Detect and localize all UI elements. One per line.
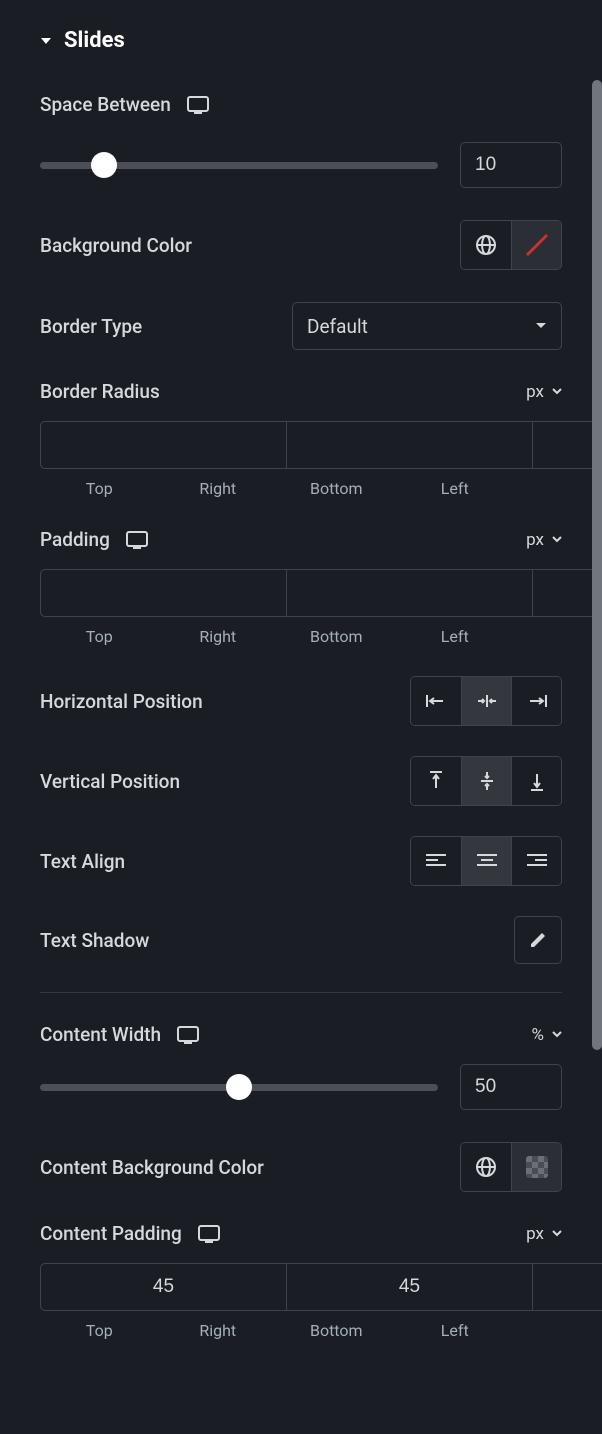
v-align-top[interactable]: [411, 757, 461, 805]
dim-label-bottom: Bottom: [277, 479, 396, 498]
chevron-down-icon: [552, 1031, 562, 1038]
color-swatch-none[interactable]: [511, 221, 561, 269]
content-padding-bottom[interactable]: [533, 1263, 602, 1311]
dim-label-left: Left: [396, 479, 515, 498]
dim-label-top: Top: [40, 479, 159, 498]
chevron-down-icon: [40, 36, 52, 46]
border-type-label: Border Type: [40, 315, 142, 338]
space-between-label: Space Between: [40, 93, 171, 116]
globe-icon: [475, 234, 497, 256]
dim-label-right: Right: [159, 1321, 278, 1340]
h-align-right[interactable]: [511, 677, 561, 725]
align-middle-icon: [479, 770, 495, 792]
transparent-icon: [526, 1156, 548, 1178]
align-top-icon: [428, 770, 444, 792]
content-bg-color-label: Content Background Color: [40, 1156, 264, 1179]
responsive-icon[interactable]: [198, 1225, 220, 1243]
vertical-position-label: Vertical Position: [40, 770, 180, 793]
dim-label-bottom: Bottom: [277, 627, 396, 646]
text-align-center[interactable]: [461, 837, 511, 885]
dim-label-bottom: Bottom: [277, 1321, 396, 1340]
content-padding-label: Content Padding: [40, 1222, 182, 1245]
section-title: Slides: [64, 28, 125, 53]
content-padding-unit[interactable]: px: [526, 1224, 562, 1244]
text-right-icon: [527, 853, 547, 869]
responsive-icon[interactable]: [177, 1026, 199, 1044]
space-between-slider[interactable]: [40, 162, 438, 169]
text-align-label: Text Align: [40, 850, 125, 873]
color-swatch-transparent[interactable]: [511, 1143, 561, 1191]
pencil-icon: [528, 930, 548, 950]
scrollbar[interactable]: [592, 80, 602, 1050]
responsive-icon[interactable]: [187, 96, 209, 114]
text-center-icon: [477, 853, 497, 869]
vertical-position-group: [410, 756, 562, 806]
globe-button[interactable]: [461, 221, 511, 269]
padding-top[interactable]: [40, 569, 287, 617]
slider-thumb[interactable]: [226, 1074, 252, 1100]
slider-thumb[interactable]: [91, 152, 117, 178]
space-between-input[interactable]: [460, 142, 562, 188]
border-type-select[interactable]: Default: [292, 302, 562, 350]
dim-label-right: Right: [159, 627, 278, 646]
dim-label-left: Left: [396, 1321, 515, 1340]
text-shadow-edit[interactable]: [514, 916, 562, 964]
padding-label: Padding: [40, 528, 110, 551]
align-center-icon: [476, 693, 498, 709]
dim-label-right: Right: [159, 479, 278, 498]
content-padding-right[interactable]: [287, 1263, 533, 1311]
align-left-icon: [425, 693, 447, 709]
v-align-middle[interactable]: [461, 757, 511, 805]
background-color-label: Background Color: [40, 234, 192, 257]
text-align-right[interactable]: [511, 837, 561, 885]
chevron-down-icon: [552, 1230, 562, 1237]
text-align-group: [410, 836, 562, 886]
padding-unit[interactable]: px: [526, 530, 562, 550]
align-right-icon: [526, 693, 548, 709]
align-bottom-icon: [529, 770, 545, 792]
dim-label-left: Left: [396, 627, 515, 646]
border-radius-unit[interactable]: px: [526, 382, 562, 402]
chevron-down-icon: [535, 322, 547, 330]
v-align-bottom[interactable]: [511, 757, 561, 805]
text-shadow-label: Text Shadow: [40, 929, 149, 952]
border-radius-label: Border Radius: [40, 380, 160, 403]
dim-label-top: Top: [40, 1321, 159, 1340]
content-bg-color-control: [460, 1142, 562, 1192]
padding-right[interactable]: [287, 569, 533, 617]
globe-icon: [475, 1156, 497, 1178]
globe-button[interactable]: [461, 1143, 511, 1191]
text-left-icon: [426, 853, 446, 869]
content-width-slider[interactable]: [40, 1084, 438, 1091]
text-align-left[interactable]: [411, 837, 461, 885]
horizontal-position-label: Horizontal Position: [40, 690, 203, 713]
border-radius-top[interactable]: [40, 421, 287, 469]
h-align-center[interactable]: [461, 677, 511, 725]
content-width-input[interactable]: [460, 1064, 562, 1110]
content-width-unit[interactable]: %: [532, 1025, 562, 1045]
border-type-value: Default: [307, 315, 368, 338]
background-color-control: [460, 220, 562, 270]
dim-label-top: Top: [40, 627, 159, 646]
horizontal-position-group: [410, 676, 562, 726]
no-color-icon: [523, 231, 551, 259]
chevron-down-icon: [552, 388, 562, 395]
section-header-slides[interactable]: Slides: [40, 28, 562, 53]
divider: [40, 992, 562, 993]
chevron-down-icon: [552, 536, 562, 543]
h-align-left[interactable]: [411, 677, 461, 725]
content-padding-top[interactable]: [40, 1263, 287, 1311]
responsive-icon[interactable]: [126, 531, 148, 549]
content-width-label: Content Width: [40, 1023, 161, 1046]
border-radius-right[interactable]: [287, 421, 533, 469]
